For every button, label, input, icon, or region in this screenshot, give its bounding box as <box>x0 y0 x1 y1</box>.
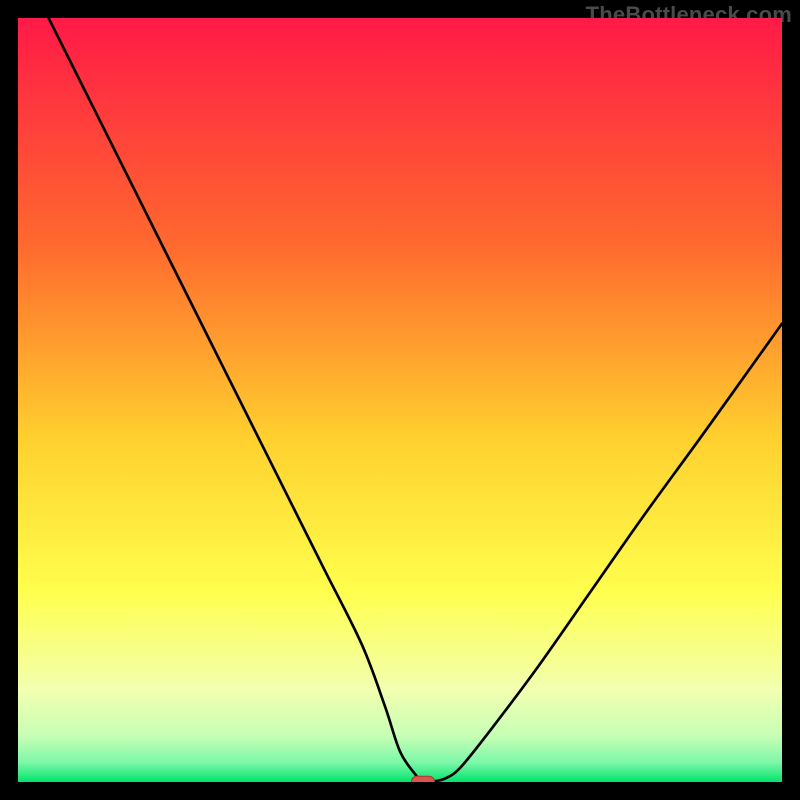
chart-container: TheBottleneck.com <box>0 0 800 800</box>
chart-plot <box>18 18 782 782</box>
gradient-background <box>18 18 782 782</box>
optimal-point-marker <box>411 776 434 782</box>
